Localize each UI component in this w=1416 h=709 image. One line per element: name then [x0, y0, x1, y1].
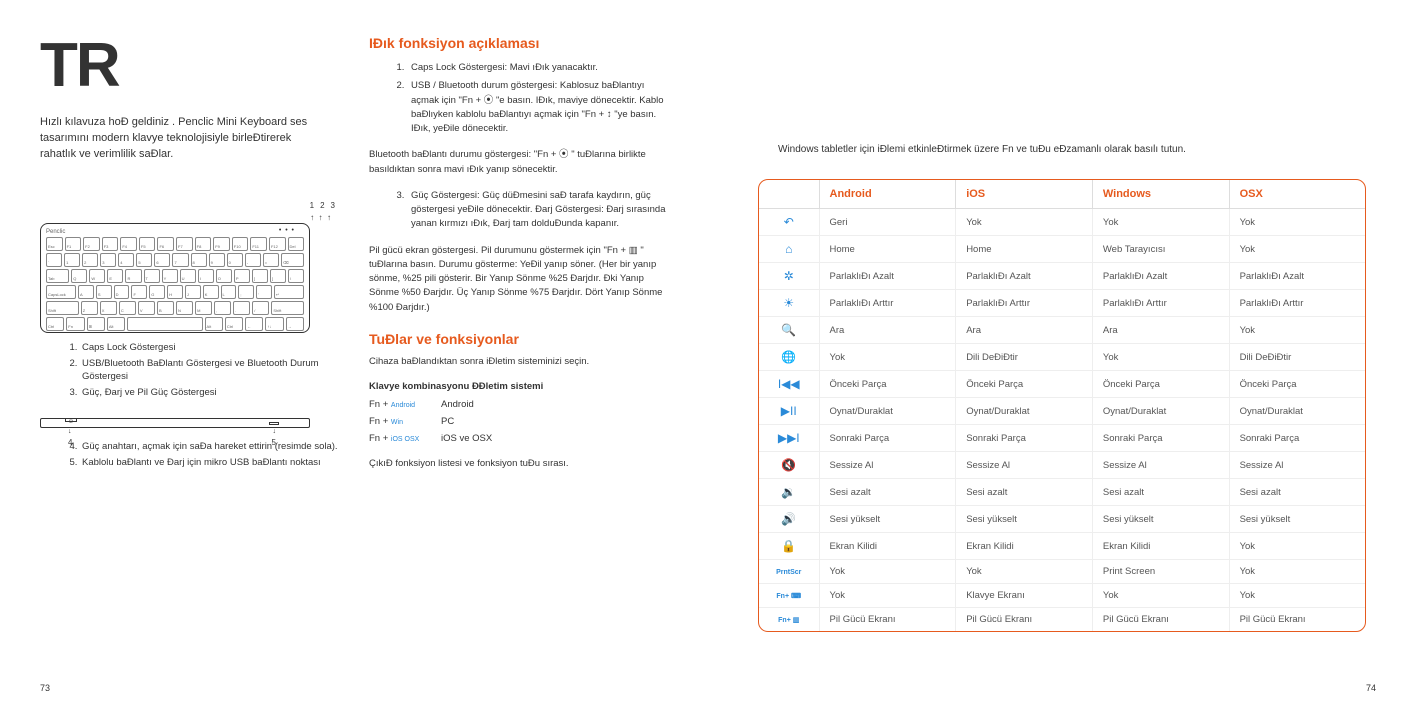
table-row: ↶GeriYokYokYok: [759, 209, 1365, 236]
table-row: 🔍AraAraAraYok: [759, 317, 1365, 344]
page-number-right: 74: [1366, 683, 1376, 693]
home-icon: ⌂: [785, 242, 792, 256]
table-row: 🔊Sesi yükseltSesi yükseltSesi yükseltSes…: [759, 506, 1365, 533]
page-number-left: 73: [40, 683, 50, 693]
next-track-icon: ▶▶I: [778, 431, 800, 445]
keyboard-legend: Caps Lock Göstergesi USB/Bluetooth BaĐla…: [40, 341, 339, 400]
print-screen-icon: PrntScr: [776, 569, 801, 576]
section-keys-tail: ÇıkıĐ fonksiyon listesi ve fonksiyon tuĐ…: [369, 457, 668, 471]
mute-icon: 🔇: [781, 458, 796, 472]
vol-down-icon: 🔉: [781, 485, 796, 499]
table-row: ⌂HomeHomeWeb TarayıcısıYok: [759, 236, 1365, 263]
table-note: Windows tabletler için iĐlemi etkinleĐti…: [748, 143, 1376, 157]
table-row: ▶▶ISonraki ParçaSonraki ParçaSonraki Par…: [759, 425, 1365, 452]
language-code: TR: [40, 35, 339, 97]
combo-heading: Klavye kombinasyonu ĐĐletim sistemi: [369, 381, 668, 392]
function-table: Android iOS Windows OSX ↶GeriYokYokYok⌂H…: [758, 179, 1366, 632]
table-row: 🔇Sessize AlSessize AlSessize AlSessize A…: [759, 452, 1365, 479]
intro-text: Hızlı kılavuza hoĐ geldiniz . Penclic Mi…: [40, 115, 310, 163]
side-legend: Güç anahtarı, açmak için saĐa hareket et…: [40, 440, 339, 470]
table-row: 🌐YokDili DeĐiĐtirYokDili DeĐiĐtir: [759, 344, 1365, 371]
brightness-down-icon: ✲: [784, 269, 794, 283]
search-icon: 🔍: [781, 323, 796, 337]
combo-row: Fn + iOS OSXiOS ve OSX: [369, 430, 668, 447]
keyboard-side-diagram: ⏻ ↓ ↓ 4 5: [40, 418, 310, 432]
bt-status-para: Bluetooth baĐlantı durumu göstergesi: "F…: [369, 148, 668, 177]
section-keys-intro: Cihaza baĐlandıktan sonra iĐletim sistem…: [369, 355, 668, 369]
back-icon: ↶: [784, 215, 794, 229]
section-light-list: Caps Lock Göstergesi: Mavi ıĐık yanacakt…: [369, 61, 668, 136]
play-pause-icon: ▶II: [781, 404, 797, 418]
table-row: PrntScrYokYokPrint ScreenYok: [759, 560, 1365, 584]
combo-row: Fn + AndroidAndroid: [369, 396, 668, 413]
led-labels: 1 2 3: [310, 201, 335, 210]
combo-row: Fn + WinPC: [369, 413, 668, 430]
table-row: 🔉Sesi azaltSesi azaltSesi azaltSesi azal…: [759, 479, 1365, 506]
section-keys-title: TuĐlar ve fonksiyonlar: [369, 331, 668, 347]
table-row: Fn+ ▥Pil Gücü EkranıPil Gücü EkranıPil G…: [759, 608, 1365, 632]
brightness-up-icon: ☀: [783, 296, 794, 310]
globe-icon: 🌐: [781, 350, 796, 364]
lock-icon: 🔒: [781, 539, 796, 553]
battery-screen-icon: Fn+ ▥: [778, 617, 799, 624]
table-row: ☀ParlaklıĐı ArttırParlaklıĐı ArttırParla…: [759, 290, 1365, 317]
table-row: ✲ParlaklıĐı AzaltParlaklıĐı AzaltParlakl…: [759, 263, 1365, 290]
table-row: ▶IIOynat/DuraklatOynat/DuraklatOynat/Dur…: [759, 398, 1365, 425]
section-light-list-cont: Güç Göstergesi: Güç düĐmesini saĐ tarafa…: [369, 189, 668, 232]
keyboard-diagram: Penclic • • • EscF1F2F3F4F5F6F7F8F9F10F1…: [40, 223, 310, 333]
keyboard-screen-icon: Fn+ ⌨: [776, 593, 801, 600]
table-row: Fn+ ⌨YokKlavye EkranıYokYok: [759, 584, 1365, 608]
battery-para: Pil gücü ekran göstergesi. Pil durumunu …: [369, 244, 668, 315]
section-light-title: IĐık fonksiyon açıklaması: [369, 35, 668, 51]
vol-up-icon: 🔊: [781, 512, 796, 526]
table-row: I◀◀Önceki ParçaÖnceki ParçaÖnceki ParçaÖ…: [759, 371, 1365, 398]
combo-rows: Fn + AndroidAndroidFn + WinPCFn + iOS OS…: [369, 396, 668, 447]
table-row: 🔒Ekran KilidiEkran KilidiEkran KilidiYok: [759, 533, 1365, 560]
prev-track-icon: I◀◀: [778, 377, 800, 391]
